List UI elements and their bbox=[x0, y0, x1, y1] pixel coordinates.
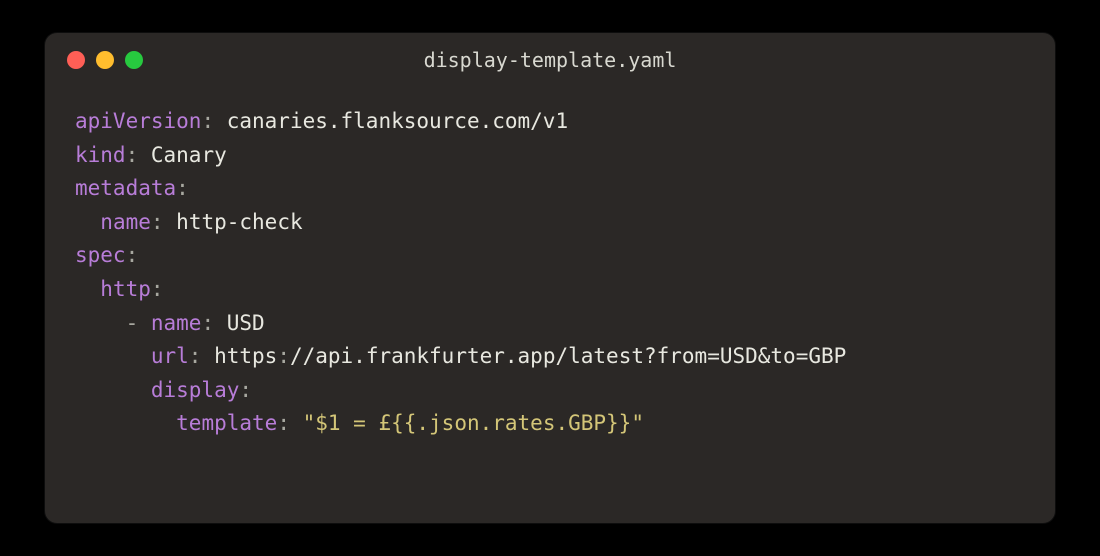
yaml-string: "$1 = £{{.json.rates.GBP}}" bbox=[303, 411, 644, 435]
close-icon[interactable] bbox=[67, 51, 85, 69]
yaml-key: name bbox=[100, 210, 151, 234]
colon: : bbox=[239, 378, 252, 402]
colon: : bbox=[201, 109, 226, 133]
dash: - bbox=[126, 311, 151, 335]
code-window: display-template.yaml apiVersion: canari… bbox=[45, 33, 1055, 523]
yaml-key: apiVersion bbox=[75, 109, 201, 133]
colon: : bbox=[126, 143, 151, 167]
titlebar: display-template.yaml bbox=[45, 33, 1055, 77]
colon: : bbox=[176, 176, 189, 200]
traffic-lights bbox=[67, 51, 143, 69]
yaml-value: //api.frankfurter.app/latest?from=USD&to… bbox=[290, 344, 846, 368]
code-content[interactable]: apiVersion: canaries.flanksource.com/v1 … bbox=[45, 77, 1055, 471]
colon: : bbox=[201, 311, 226, 335]
yaml-key: url bbox=[151, 344, 189, 368]
yaml-value: https bbox=[214, 344, 277, 368]
colon: : bbox=[189, 344, 214, 368]
window-title: display-template.yaml bbox=[424, 48, 677, 72]
yaml-key: spec bbox=[75, 243, 126, 267]
minimize-icon[interactable] bbox=[96, 51, 114, 69]
yaml-key: http bbox=[100, 277, 151, 301]
yaml-key: kind bbox=[75, 143, 126, 167]
yaml-value: Canary bbox=[151, 143, 227, 167]
yaml-value: USD bbox=[227, 311, 265, 335]
colon: : bbox=[277, 344, 290, 368]
yaml-value: canaries.flanksource.com/v1 bbox=[227, 109, 568, 133]
yaml-key: display bbox=[151, 378, 240, 402]
maximize-icon[interactable] bbox=[125, 51, 143, 69]
colon: : bbox=[151, 277, 164, 301]
yaml-key: template bbox=[176, 411, 277, 435]
yaml-key: name bbox=[151, 311, 202, 335]
yaml-key: metadata bbox=[75, 176, 176, 200]
colon: : bbox=[151, 210, 176, 234]
colon: : bbox=[277, 411, 302, 435]
colon: : bbox=[126, 243, 139, 267]
yaml-value: http-check bbox=[176, 210, 302, 234]
